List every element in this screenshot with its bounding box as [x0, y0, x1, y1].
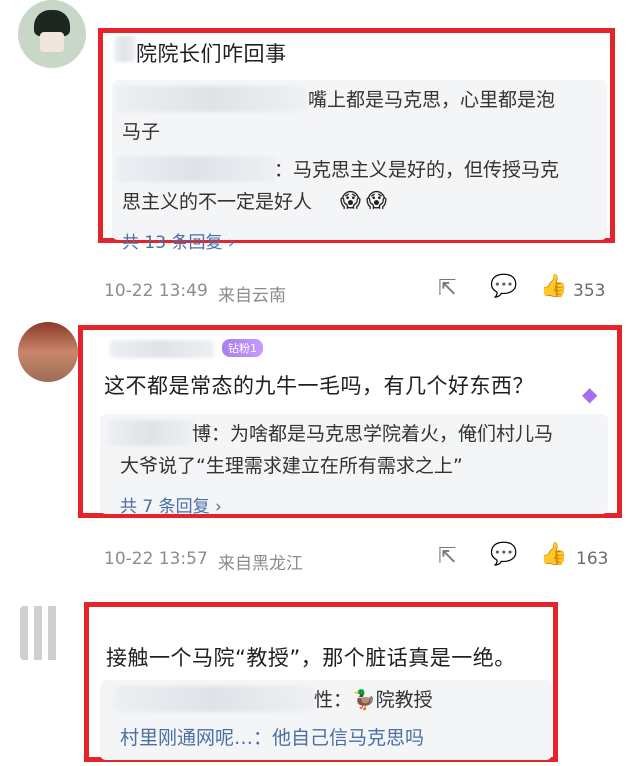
diamond-icon: ◆ [582, 382, 598, 406]
reply-text: 性：🦆院教授 [314, 689, 433, 711]
masked-username [114, 686, 314, 712]
more-replies-link[interactable]: 共 7 条回复 › [120, 492, 222, 517]
avatar[interactable] [18, 0, 86, 68]
reply-box: 博：为啥都是马克思学院着火，俺们村儿马 大爷说了“生理需求建立在所有需求之上” … [100, 414, 608, 517]
comment-text: 院院长们咋回事 [136, 42, 287, 66]
avatar[interactable] [20, 606, 60, 660]
thumbs-up-icon[interactable]: 👍 [540, 542, 567, 567]
share-icon[interactable]: ⇱ [438, 276, 456, 301]
comment-text: 接触一个马院“教授”，那个脏话真是一绝。 [106, 646, 516, 670]
avatar[interactable] [18, 322, 78, 382]
timestamp: 10-22 13:49 [104, 281, 208, 301]
comment-icon[interactable]: 💬 [490, 274, 517, 299]
emoji-icon: 😱 [340, 188, 361, 212]
more-replies-link[interactable]: 共 13 条回复 › [122, 228, 235, 253]
reply-text: 大爷说了“生理需求建立在所有需求之上” [120, 455, 463, 477]
reply-box: 嘴上都是马克思，心里都是泡 马子 ：马克思主义是好的，但传授马克 思主义的不一定… [112, 80, 607, 253]
comment-icon[interactable]: 💬 [490, 542, 517, 567]
timestamp: 10-22 13:57 [104, 549, 208, 569]
reply-text: 村里刚通网呢…：他自己信马克思吗 [120, 727, 425, 749]
location: 来自云南 [218, 286, 286, 306]
masked-username [110, 340, 214, 358]
share-icon[interactable]: ⇱ [438, 544, 456, 569]
reply-box: 性：🦆院教授 村里刚通网呢…：他自己信马克思吗 [100, 680, 552, 760]
like-count: 353 [573, 281, 606, 301]
fan-badge: 钻粉1 [222, 339, 263, 357]
like-count: 163 [576, 549, 609, 569]
masked-username [108, 420, 194, 446]
emoji-icon: 😱 [366, 188, 387, 212]
masked-username [116, 86, 306, 112]
thumbs-up-icon[interactable]: 👍 [540, 274, 567, 299]
reply-text: ：马克思主义是好的，但传授马克 [274, 159, 560, 181]
masked-username [114, 36, 136, 62]
masked-username [116, 156, 276, 182]
reply-text: 马子 [122, 121, 161, 143]
comment-text: 这不都是常态的九牛一毛吗，有几个好东西？ [104, 374, 534, 398]
location: 来自黑龙江 [218, 554, 303, 574]
reply-text: 嘴上都是马克思，心里都是泡 [308, 89, 556, 111]
reply-text: 博：为啥都是马克思学院着火，俺们村儿马 [192, 423, 554, 445]
reply-text: 思主义的不一定是好人 [122, 191, 313, 213]
